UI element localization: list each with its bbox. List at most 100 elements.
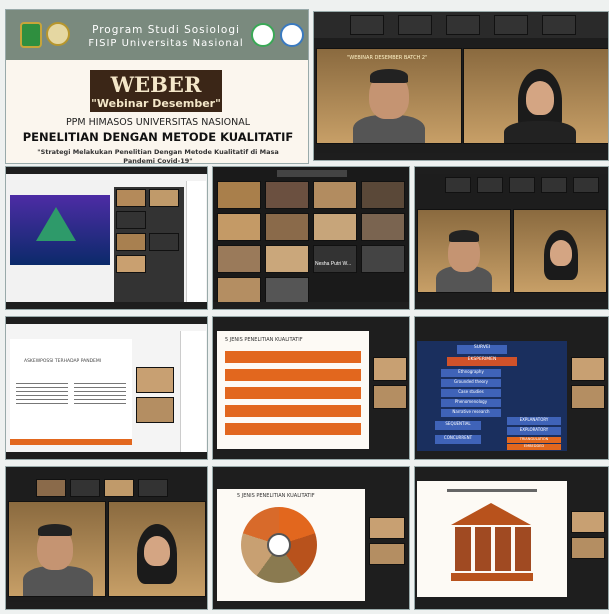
slide-row-1 [225,351,361,363]
speaker-hair [370,69,408,83]
speaker-tile-female[interactable] [513,209,607,293]
zoom-toolbar[interactable] [415,452,608,459]
shared-slide: 5 JENIS PENELITIAN KUALITATIF [217,331,369,449]
slide-row-2 [225,369,361,381]
zoom-toolbar[interactable] [6,452,207,459]
gallery-tile[interactable] [313,245,357,273]
thumb-1[interactable] [445,177,471,193]
zoom-toolbar[interactable] [415,302,608,309]
gallery-tile[interactable] [265,277,309,303]
zoom-toolbar[interactable] [213,302,409,309]
gallery-tile[interactable] [116,255,146,273]
zoom-toolbar[interactable] [314,153,608,160]
method-bottom: SEQUENTIAL [435,421,481,430]
zoom-toolbar[interactable] [415,602,608,609]
thumb-4[interactable] [138,479,168,497]
gallery-tile[interactable] [373,357,407,381]
thumb-2[interactable] [70,479,100,497]
zoom-screen-share-2: ASKEWPOSSI TERHADAP PANDEMI [5,316,208,460]
triangle-diagram [36,207,76,241]
thumb-4[interactable] [494,15,528,35]
gallery-tile[interactable] [369,543,405,565]
speaker-face [550,240,572,266]
banner-text: "WEBINAR DESEMBER BATCH 2" [347,55,428,61]
pillar [515,527,531,571]
method-item: SURVEI [457,345,507,354]
gallery-tile[interactable] [571,511,605,533]
gallery-tile[interactable] [217,277,261,303]
speaker-hair [38,524,72,536]
title-bar [415,317,608,324]
pillar [455,527,471,571]
gallery-tile[interactable] [571,537,605,559]
thumb-3[interactable] [446,15,480,35]
speaker-tile-male[interactable] [417,209,511,293]
title-bar [415,167,608,174]
method-item: Ethnography [441,369,501,377]
speaker-body [504,121,576,143]
shared-slide: ASKEWPOSSI TERHADAP PANDEMI [10,339,132,445]
thumb-5[interactable] [573,177,599,193]
gallery-tile[interactable] [265,181,309,209]
zoom-screen-share-1 [5,166,208,310]
thumb-4[interactable] [541,177,567,193]
gallery-tile[interactable] [361,213,405,241]
gallery-tile[interactable] [571,357,605,381]
gallery-tile[interactable] [265,245,309,273]
foundation [451,573,533,581]
gallery-tile[interactable] [313,213,357,241]
thumb-1[interactable] [350,15,384,35]
speaker-tile-female[interactable] [463,48,608,144]
thumb-3[interactable] [509,177,535,193]
zoom-gallery-view: Nesha Putri W... [212,166,410,310]
zoom-speaker-view-1: "WEBINAR DESEMBER BATCH 2" [313,11,609,161]
shared-slide: SURVEI EKSPERIMEN Ethnography Grounded t… [417,341,567,451]
gallery-tile[interactable] [265,213,309,241]
gallery-tile[interactable] [571,385,605,409]
chat-panel[interactable] [186,181,206,307]
faculty-logo [46,22,70,46]
gallery-tile[interactable] [369,517,405,539]
gallery-tile[interactable] [136,367,174,393]
method-item: EKSPERIMEN [447,357,517,366]
zoom-toolbar[interactable] [213,602,409,609]
pillar [495,527,511,571]
speaker-tile-female[interactable] [108,501,206,597]
university-logo [20,22,42,48]
gallery-tile[interactable] [136,397,174,423]
recording-label [277,170,347,177]
gallery-tile[interactable] [373,385,407,409]
thumb-2[interactable] [398,15,432,35]
gallery-tile[interactable] [217,181,261,209]
thumb-5[interactable] [542,15,576,35]
thumb-2[interactable] [477,177,503,193]
gallery-tile[interactable] [361,181,405,209]
zoom-screen-share-5: 5 JENIS PENELITIAN KUALITATIF [212,466,410,610]
gallery-tile[interactable] [149,233,179,251]
gallery-tile[interactable] [217,213,261,241]
slide-heading: 5 JENIS PENELITIAN KUALITATIF [225,337,303,343]
zoom-toolbar[interactable] [213,452,409,459]
speaker-face [144,536,170,566]
gallery-tile[interactable] [361,245,405,273]
poster-panel: Program Studi Sosiologi FISIP Universita… [5,9,309,164]
slide-footer [10,439,132,445]
gallery-tile[interactable] [116,211,146,229]
zoom-toolbar[interactable] [6,602,207,609]
gallery-tile[interactable] [116,189,146,207]
title-bar [6,167,207,174]
gallery-tile[interactable] [116,233,146,251]
thumb-3[interactable] [104,479,134,497]
zoom-toolbar[interactable] [6,302,207,309]
slide-text-block [16,383,68,405]
org-label: PPM HIMASOS UNIVERSITAS NASIONAL [65,117,251,128]
gallery-tile[interactable] [217,245,261,273]
speaker-tile-male[interactable]: "WEBINAR DESEMBER BATCH 2" [316,48,462,144]
gallery-tile[interactable] [313,181,357,209]
gallery-tile[interactable] [149,189,179,207]
speaker-tile-male[interactable] [8,501,106,597]
chat-panel[interactable] [180,331,206,455]
method-right: TRIANGULATION [507,437,561,443]
slide-row-4 [225,405,361,417]
thumb-1[interactable] [36,479,66,497]
